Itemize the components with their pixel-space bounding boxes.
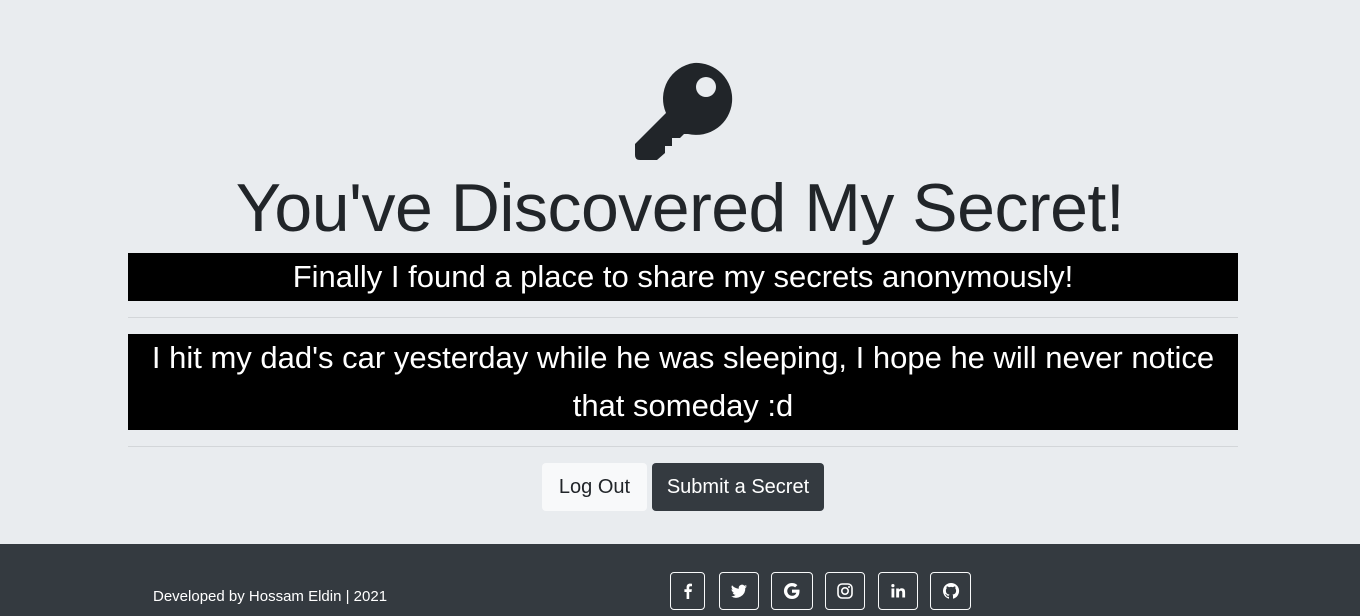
instagram-icon[interactable] xyxy=(825,572,865,610)
submit-secret-button[interactable]: Submit a Secret xyxy=(652,463,824,511)
google-icon[interactable] xyxy=(771,572,813,610)
footer: Developed by Hossam Eldin | 2021 xyxy=(0,544,1360,616)
github-icon[interactable] xyxy=(930,572,971,610)
divider xyxy=(128,317,1238,318)
secret-text: Finally I found a place to share my secr… xyxy=(128,253,1238,301)
secret-text: I hit my dad's car yesterday while he wa… xyxy=(128,334,1238,430)
logout-button[interactable]: Log Out xyxy=(542,463,647,511)
page-title: You've Discovered My Secret! xyxy=(235,170,1125,246)
facebook-icon[interactable] xyxy=(670,572,705,610)
divider xyxy=(128,446,1238,447)
footer-credit: Developed by Hossam Eldin | 2021 xyxy=(153,588,388,605)
key-icon xyxy=(632,60,734,162)
linkedin-icon[interactable] xyxy=(878,572,918,610)
jumbotron: You've Discovered My Secret! Finally I f… xyxy=(0,0,1360,544)
twitter-icon[interactable] xyxy=(719,572,759,610)
